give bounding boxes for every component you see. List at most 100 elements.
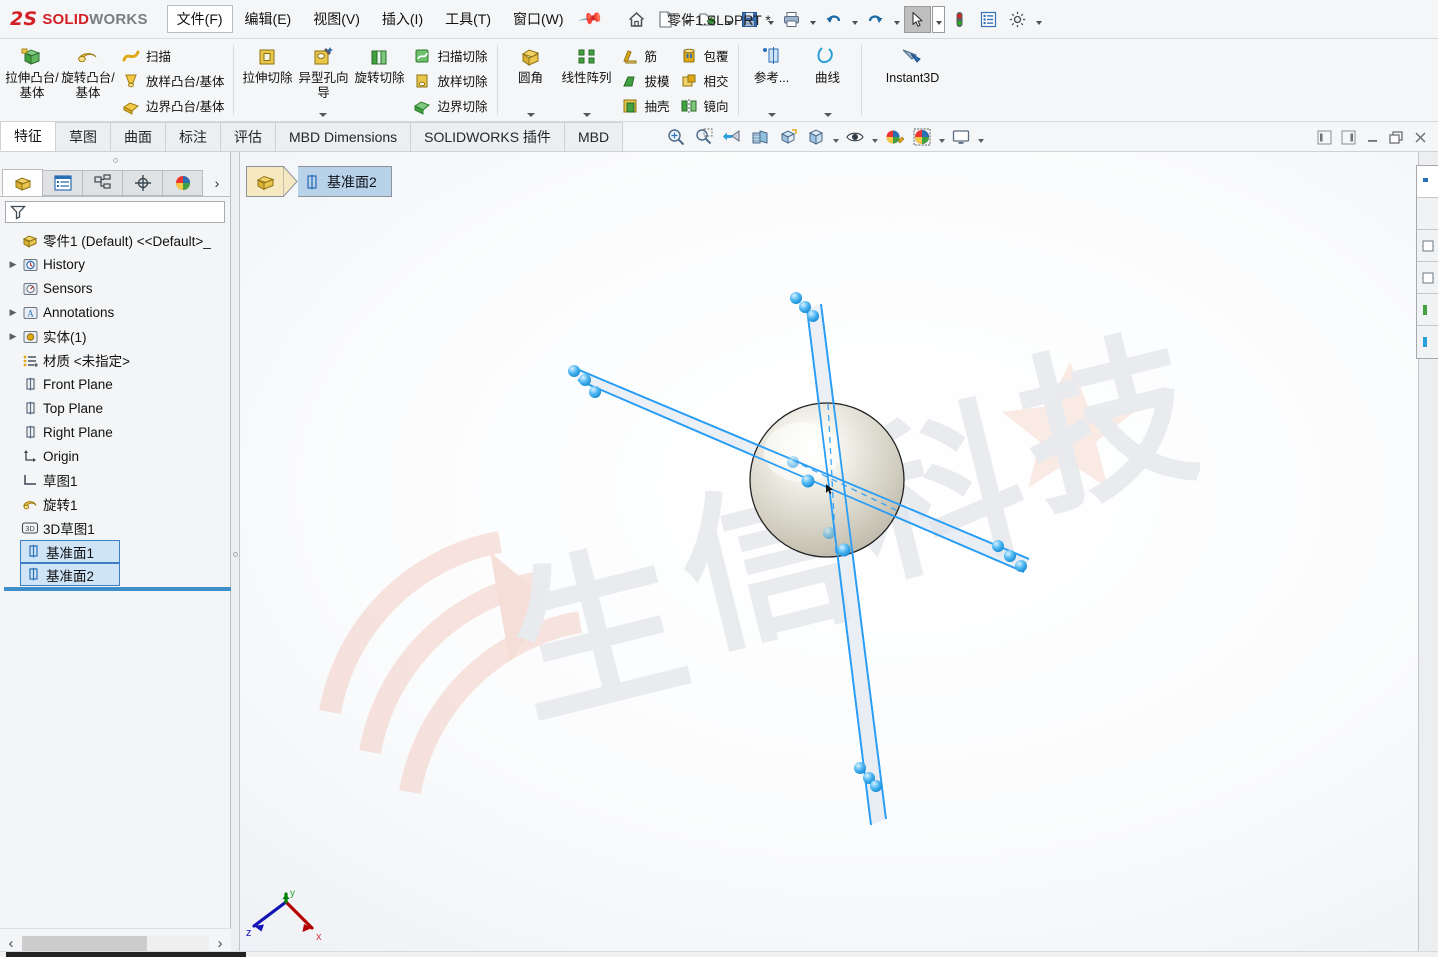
tree-item-3dsketch1[interactable]: 3D 3D草图1 <box>4 516 230 540</box>
view-settings-caret[interactable] <box>975 124 986 150</box>
tab-evaluate[interactable]: 评估 <box>220 122 276 151</box>
print-button[interactable] <box>778 6 805 33</box>
reference-geometry-caret[interactable] <box>767 113 776 121</box>
manager-tabs-more-button[interactable]: › <box>206 170 228 196</box>
tab-sketch[interactable]: 草图 <box>55 122 111 151</box>
close-button[interactable] <box>1408 124 1432 150</box>
new-document-caret[interactable] <box>680 6 693 33</box>
tree-item-annotations[interactable]: ▶ A Annotations <box>4 300 230 324</box>
hole-wizard-button[interactable]: 异型孔向导 <box>295 39 351 121</box>
tree-item-front-plane[interactable]: Front Plane <box>4 372 230 396</box>
extruded-cut-button[interactable]: 拉伸切除 <box>239 39 295 121</box>
options-button[interactable] <box>1004 6 1031 33</box>
open-document-caret[interactable] <box>722 6 735 33</box>
breadcrumb-part[interactable] <box>246 166 283 197</box>
previous-view-button[interactable] <box>719 124 745 150</box>
pin-icon[interactable]: 📌 <box>577 5 605 33</box>
lofted-boss-base-button[interactable]: 放样凸台/基体 <box>116 68 228 93</box>
task-pane-file-explorer[interactable] <box>1417 230 1438 262</box>
tree-item-plane1[interactable]: 基准面1 <box>20 540 120 563</box>
scroll-track[interactable] <box>22 935 209 951</box>
linear-pattern-button[interactable]: 线性阵列 <box>559 39 615 121</box>
rebuild-button[interactable] <box>946 6 973 33</box>
scroll-thumb[interactable] <box>22 935 147 951</box>
expand-arrow-bodies[interactable]: ▶ <box>6 331 20 342</box>
hole-wizard-caret[interactable] <box>319 113 328 121</box>
tab-solidworks-addins[interactable]: SOLIDWORKS 插件 <box>410 122 565 151</box>
curves-button[interactable]: 曲线 <box>800 39 856 121</box>
model-3d[interactable] <box>240 152 1418 957</box>
curves-caret[interactable] <box>823 113 832 121</box>
datum-plane-1-band[interactable] <box>806 303 887 826</box>
tree-item-sketch1[interactable]: 草图1 <box>4 468 230 492</box>
tree-item-material[interactable]: 材质 <未指定> <box>4 348 230 372</box>
undo-button[interactable] <box>820 6 847 33</box>
feature-manager-tab[interactable] <box>2 169 43 196</box>
swept-boss-base-button[interactable]: 扫描 <box>116 43 228 68</box>
collapse-right-button[interactable] <box>1336 124 1360 150</box>
menu-window[interactable]: 窗口(W) <box>503 5 574 33</box>
apply-scene-caret[interactable] <box>936 124 947 150</box>
draft-button[interactable]: 拔模 <box>615 68 674 93</box>
scroll-right-button[interactable]: › <box>209 935 231 952</box>
dimxpert-manager-tab[interactable] <box>122 170 163 196</box>
tab-annotation[interactable]: 标注 <box>165 122 221 151</box>
select-caret[interactable] <box>932 5 946 33</box>
edit-appearance-button[interactable] <box>881 124 907 150</box>
select-button[interactable] <box>904 5 932 33</box>
mirror-button[interactable]: 镜向 <box>674 93 733 118</box>
display-style-caret[interactable] <box>830 124 841 150</box>
view-settings-button[interactable] <box>948 124 974 150</box>
shell-button[interactable]: 抽壳 <box>615 93 674 118</box>
menu-file[interactable]: 文件(F) <box>166 5 233 33</box>
swept-cut-button[interactable]: 扫描切除 <box>407 43 491 68</box>
display-style-button[interactable] <box>803 124 829 150</box>
linear-pattern-caret[interactable] <box>582 113 591 121</box>
tree-item-sensors[interactable]: Sensors <box>4 276 230 300</box>
tab-features[interactable]: 特征 <box>0 121 56 151</box>
scroll-left-button[interactable]: ‹ <box>0 935 22 952</box>
menu-view[interactable]: 视图(V) <box>303 5 370 33</box>
task-pane-design-library[interactable] <box>1417 198 1438 230</box>
tree-item-part[interactable]: 零件1 (Default) <<Default>_ <box>4 228 230 252</box>
tree-item-top-plane[interactable]: Top Plane <box>4 396 230 420</box>
minimize-button[interactable] <box>1360 124 1384 150</box>
tree-item-right-plane[interactable]: Right Plane <box>4 420 230 444</box>
redo-button[interactable] <box>862 6 889 33</box>
lofted-cut-button[interactable]: 放样切除 <box>407 68 491 93</box>
menu-insert[interactable]: 插入(I) <box>372 5 433 33</box>
boundary-boss-base-button[interactable]: 边界凸台/基体 <box>116 93 228 118</box>
view-orientation-button[interactable] <box>775 124 801 150</box>
panel-grip[interactable] <box>0 152 230 169</box>
revolved-boss-base-button[interactable]: 旋转凸台/基体 <box>60 39 116 121</box>
zoom-to-area-button[interactable] <box>691 124 717 150</box>
task-pane-custom-properties[interactable] <box>1417 326 1438 358</box>
graphics-viewport[interactable]: 生 信 科 技 基准面2 <box>240 152 1418 957</box>
menu-edit[interactable]: 编辑(E) <box>235 5 302 33</box>
fillet-button[interactable]: 圆角 <box>503 39 559 121</box>
new-document-button[interactable] <box>652 6 679 33</box>
hide-show-items-caret[interactable] <box>869 124 880 150</box>
redo-caret[interactable] <box>890 6 903 33</box>
display-manager-tab[interactable] <box>162 170 203 196</box>
task-pane-appearances[interactable] <box>1417 294 1438 326</box>
tree-filter-input[interactable] <box>5 201 225 223</box>
save-caret[interactable] <box>764 6 777 33</box>
revolved-cut-button[interactable]: 旋转切除 <box>351 39 407 121</box>
tree-item-plane2[interactable]: 基准面2 <box>20 563 120 586</box>
file-properties-button[interactable] <box>975 6 1002 33</box>
restore-button[interactable] <box>1384 124 1408 150</box>
expand-arrow-annotations[interactable]: ▶ <box>6 307 20 318</box>
tab-mbd-dimensions[interactable]: MBD Dimensions <box>275 122 412 151</box>
zoom-to-fit-button[interactable] <box>663 124 689 150</box>
tab-surfaces[interactable]: 曲面 <box>110 122 166 151</box>
open-document-button[interactable] <box>694 6 721 33</box>
tree-item-history[interactable]: ▶ History <box>4 252 230 276</box>
menu-tools[interactable]: 工具(T) <box>435 5 501 33</box>
extruded-boss-base-button[interactable]: 拉伸凸台/基体 <box>4 39 60 121</box>
apply-scene-button[interactable] <box>909 124 935 150</box>
task-pane[interactable] <box>1416 165 1438 359</box>
tree-item-solid-bodies[interactable]: ▶ 实体(1) <box>4 324 230 348</box>
rollback-bar[interactable] <box>4 587 235 591</box>
property-manager-tab[interactable] <box>42 170 83 196</box>
